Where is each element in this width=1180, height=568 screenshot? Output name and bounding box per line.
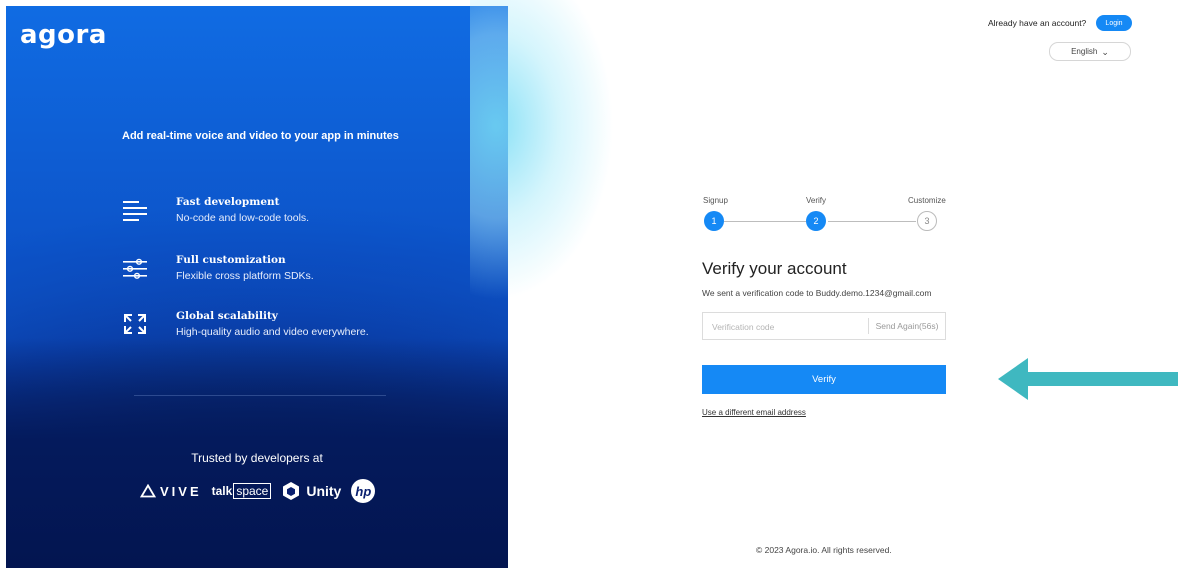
copyright-text: © 2023 Agora.io. All rights reserved.	[756, 545, 892, 555]
chevron-down-icon: ⌄	[1101, 46, 1109, 57]
unity-text: Unity	[306, 483, 342, 499]
menu-lines-icon	[123, 201, 147, 221]
divider	[134, 395, 386, 396]
already-have-account-text: Already have an account?	[988, 18, 1087, 28]
unity-cube-icon	[283, 482, 300, 500]
background-glow	[470, 0, 730, 420]
step-2-circle: 2	[806, 211, 826, 231]
trusted-by-heading: Trusted by developers at	[191, 451, 323, 465]
verification-code-field: Send Again(56s)	[702, 312, 946, 341]
talkspace-logo: talk space	[212, 483, 272, 499]
feature-desc: No-code and low-code tools.	[176, 212, 310, 224]
step-1-circle: 1	[704, 211, 724, 231]
brand-logos: VIVE talk space Unity hp	[140, 478, 376, 504]
feature-desc: High-quality audio and video everywhere.	[176, 326, 369, 338]
annotation-arrow-icon	[998, 358, 1178, 400]
page-title: Verify your account	[702, 259, 847, 278]
feature-title: Full customization	[176, 254, 286, 266]
step-connector	[724, 221, 806, 222]
step-connector	[828, 221, 916, 222]
verify-button[interactable]: Verify	[702, 365, 946, 394]
language-label: English	[1071, 47, 1098, 56]
talkspace-text-b: space	[233, 483, 272, 499]
expand-arrows-icon	[124, 314, 146, 334]
talkspace-text-a: talk	[211, 484, 233, 498]
feature-title: Global scalability	[176, 310, 278, 322]
feature-desc: Flexible cross platform SDKs.	[176, 270, 314, 282]
vive-triangle-icon	[140, 484, 156, 498]
verification-code-input[interactable]	[703, 313, 878, 341]
step-label-customize: Customize	[908, 196, 946, 205]
unity-logo: Unity	[281, 481, 341, 501]
marketing-panel: agora Add real-time voice and video to y…	[6, 6, 508, 568]
agora-logo[interactable]: agora	[20, 20, 107, 50]
vive-text: VIVE	[160, 483, 202, 499]
hp-logo: hp	[351, 479, 376, 503]
step-3-circle: 3	[917, 211, 937, 231]
sliders-icon	[123, 258, 147, 279]
tagline: Add real-time voice and video to your ap…	[122, 130, 399, 142]
vive-logo: VIVE	[140, 484, 202, 499]
language-select[interactable]: English ⌄	[1049, 42, 1131, 61]
verification-sent-text: We sent a verification code to Buddy.dem…	[702, 288, 932, 298]
use-different-email-link[interactable]: Use a different email address	[702, 408, 806, 417]
login-button[interactable]: Login	[1096, 15, 1132, 31]
send-again-button[interactable]: Send Again(56s)	[868, 318, 945, 334]
step-label-verify: Verify	[806, 196, 827, 205]
feature-title: Fast development	[176, 196, 280, 208]
step-label-signup: Signup	[703, 196, 728, 205]
